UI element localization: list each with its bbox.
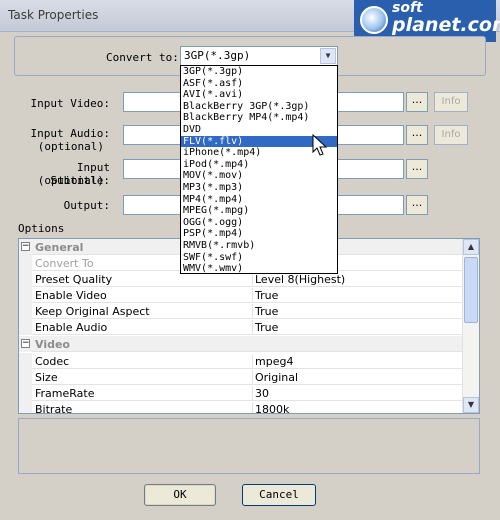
dropdown-option[interactable]: MPEG(*.mpg)	[181, 205, 337, 217]
input-audio-browse-button[interactable]: ...	[406, 125, 428, 145]
dropdown-option[interactable]: 3GP(*.3gp)	[181, 66, 337, 78]
window-title: Task Properties	[8, 8, 99, 22]
scroll-down-icon[interactable]: ▼	[463, 397, 479, 413]
property-name: Codec	[35, 355, 70, 368]
input-subtitle-optional-label: (optional)	[37, 174, 104, 187]
dropdown-option[interactable]: MOV(*.mov)	[181, 170, 337, 182]
convert-to-combo[interactable]: 3GP(*.3gp) ▼	[180, 46, 338, 66]
minus-box-icon[interactable]: −	[21, 242, 30, 251]
property-name: Size	[35, 371, 58, 384]
convert-to-value: 3GP(*.3gp)	[184, 49, 251, 62]
property-name: Bitrate	[35, 403, 73, 414]
dropdown-option[interactable]: iPod(*.mp4)	[181, 159, 337, 171]
options-label: Options	[18, 222, 65, 235]
globe-icon	[360, 6, 388, 34]
scroll-up-icon[interactable]: ▲	[463, 239, 479, 255]
property-name: Enable Video	[35, 289, 107, 302]
input-audio-label: Input Audio:	[30, 127, 110, 140]
input-video-browse-button[interactable]: ...	[406, 92, 428, 112]
property-row[interactable]: FrameRate 30	[19, 385, 463, 401]
dropdown-option[interactable]: SWF(*.swf)	[181, 252, 337, 264]
property-value[interactable]: 30	[252, 386, 462, 401]
input-audio-optional-label: (optional)	[37, 140, 104, 153]
property-value[interactable]: 1800k	[252, 402, 462, 413]
dropdown-option[interactable]: BlackBerry MP4(*.mp4)	[181, 112, 337, 124]
minus-box-icon[interactable]: −	[21, 339, 30, 348]
chevron-down-icon[interactable]: ▼	[320, 48, 336, 64]
property-row[interactable]: Keep Original Aspect True	[19, 303, 463, 319]
property-row[interactable]: Enable Video True	[19, 287, 463, 303]
property-value[interactable]: True	[252, 320, 462, 335]
scroll-thumb[interactable]	[464, 257, 478, 323]
dropdown-option[interactable]: WMV(*.wmv)	[181, 263, 337, 275]
dropdown-option[interactable]: MP4(*.mp4)	[181, 194, 337, 206]
dropdown-option[interactable]: PSP(*.mp4)	[181, 228, 337, 240]
dropdown-option[interactable]: MP3(*.mp3)	[181, 182, 337, 194]
convert-to-dropdown-list[interactable]: 3GP(*.3gp) ASF(*.asf) AVI(*.avi) BlackBerry…	[180, 65, 338, 274]
options-scrollbar[interactable]: ▲ ▼	[462, 239, 479, 413]
property-row[interactable]: Bitrate 1800k	[19, 401, 463, 414]
property-name: Enable Audio	[35, 321, 108, 334]
property-value[interactable]: Original	[252, 370, 462, 385]
property-value[interactable]: mpeg4	[252, 354, 462, 369]
dropdown-option[interactable]: ASF(*.asf)	[181, 78, 337, 90]
property-value[interactable]: True	[252, 288, 462, 303]
property-row[interactable]: Codec mpeg4	[19, 353, 463, 369]
input-audio-info-button[interactable]: Info	[434, 125, 468, 145]
input-video-label: Input Video:	[30, 97, 110, 110]
output-browse-button[interactable]: ...	[406, 195, 428, 215]
property-row[interactable]: Enable Audio True	[19, 319, 463, 335]
arrow-cursor-icon	[312, 134, 328, 156]
property-name: FrameRate	[35, 387, 95, 400]
dropdown-option[interactable]: AVI(*.avi)	[181, 89, 337, 101]
property-value[interactable]: True	[252, 304, 462, 319]
property-row[interactable]: Size Original	[19, 369, 463, 385]
property-description-panel	[18, 418, 480, 474]
input-subtitle-browse-button[interactable]: ...	[406, 159, 428, 179]
watermark-text-bottom: planet.com	[392, 14, 500, 36]
convert-to-label: Convert to:	[106, 51, 179, 64]
input-video-info-button[interactable]: Info	[434, 92, 468, 112]
ok-button[interactable]: OK	[144, 484, 216, 506]
dropdown-option[interactable]: OGG(*.ogg)	[181, 217, 337, 229]
cancel-button[interactable]: Cancel	[242, 484, 316, 506]
property-name: Keep Original Aspect	[35, 305, 150, 318]
dropdown-option[interactable]: BlackBerry 3GP(*.3gp)	[181, 101, 337, 113]
category-video-label: Video	[35, 338, 70, 351]
dropdown-option[interactable]: RMVB(*.rmvb)	[181, 240, 337, 252]
output-label: Output:	[63, 199, 110, 212]
category-video[interactable]: − Video	[19, 336, 463, 352]
